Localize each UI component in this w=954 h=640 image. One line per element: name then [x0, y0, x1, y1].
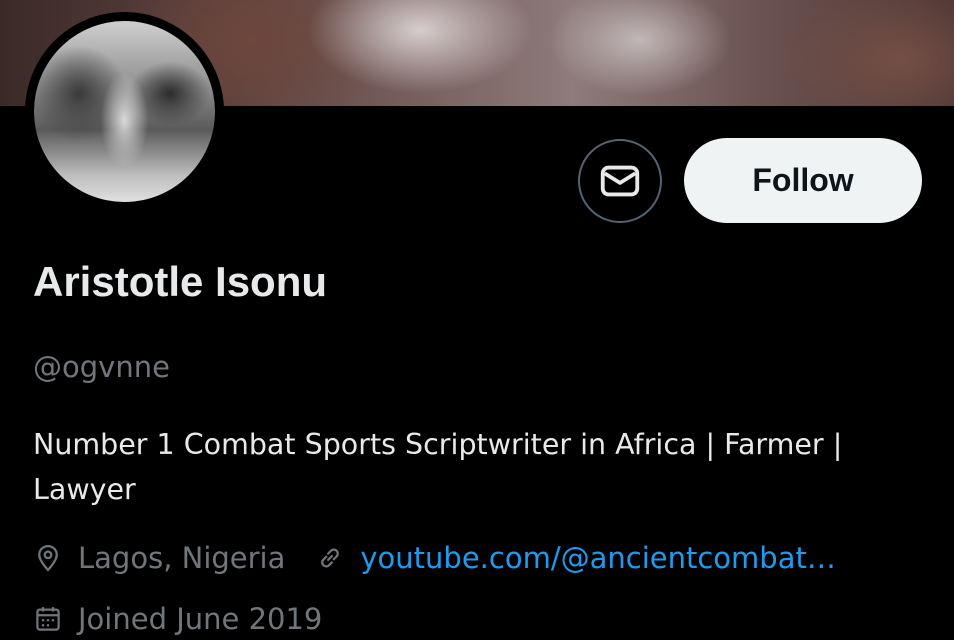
profile-handle: @ogvnne	[33, 350, 170, 384]
profile-avatar[interactable]	[25, 12, 224, 211]
profile-page: Follow Aristotle Isonu @ogvnne Number 1 …	[0, 0, 954, 640]
location-item: Lagos, Nigeria	[33, 541, 285, 575]
calendar-icon	[33, 604, 63, 634]
location-text: Lagos, Nigeria	[78, 541, 286, 575]
avatar-image	[34, 21, 215, 202]
website-link[interactable]: youtube.com/@ancientcombat…	[360, 541, 835, 575]
joined-text: Joined June 2019	[78, 602, 323, 636]
profile-meta-row: Lagos, Nigeria youtube.com/@ancientcomba…	[33, 541, 836, 575]
envelope-icon	[600, 165, 640, 197]
profile-bio: Number 1 Combat Sports Scriptwriter in A…	[33, 428, 843, 506]
profile-joined-row: Joined June 2019	[33, 602, 322, 636]
profile-display-name: Aristotle Isonu	[33, 258, 328, 305]
link-icon	[315, 543, 345, 573]
joined-item: Joined June 2019	[33, 602, 322, 636]
follow-button[interactable]: Follow	[684, 138, 922, 223]
message-button[interactable]	[578, 139, 662, 223]
website-item: youtube.com/@ancientcombat…	[315, 541, 836, 575]
map-pin-icon	[33, 543, 63, 573]
